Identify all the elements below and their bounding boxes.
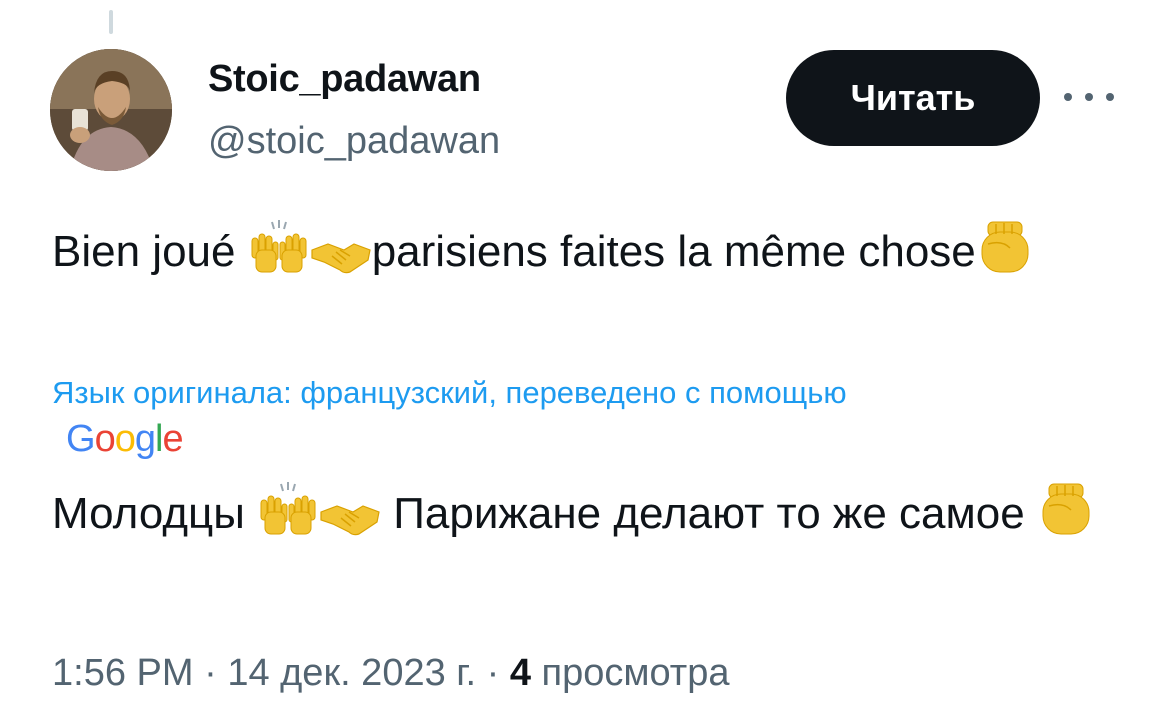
meta-separator: · [193,652,228,694]
avatar[interactable] [50,49,172,171]
author-handle[interactable]: @stoic_padawan [208,120,500,163]
author-display-name[interactable]: Stoic_padawan [208,58,481,101]
views-label: просмотра [530,652,730,694]
raising-hands-emoji [257,482,319,556]
tweet-date[interactable]: 14 дек. 2023 г. [227,652,476,694]
translation-note: Язык оригинала: французский, переведено … [52,375,847,410]
translated-text-part1: Молодцы [52,489,258,538]
tweet-text: Bien joué parisiens faites la même chose [52,218,1112,294]
more-dots-icon[interactable] [1064,82,1114,112]
meta-separator: · [476,652,510,694]
translated-text: Молодцы Парижане делают то же самое [52,480,1112,556]
handshake-emoji [319,492,381,556]
tweet-time[interactable]: 1:56 PM [52,652,194,694]
raised-fist-emoji [1037,480,1097,556]
tweet-detail: Stoic_padawan @stoic_padawan Читать Bien… [0,0,1170,716]
raising-hands-emoji [248,220,310,294]
translated-text-part2: Парижане делают то же самое [381,489,1037,538]
follow-button[interactable]: Читать [786,50,1040,146]
tweet-text-part2: parisiens faites la même chose [371,227,976,276]
views-count: 4 [509,652,531,694]
handshake-emoji [310,230,372,294]
tweet-text-part1: Bien joué [52,227,248,276]
raised-fist-emoji [976,218,1036,294]
tweet-meta: 1:56 PM · 14 дек. 2023 г. · 4 просмотра [52,652,729,695]
google-logo: Google [66,418,184,460]
avatar-photo-icon [50,49,172,171]
thread-connector-line [109,10,113,34]
